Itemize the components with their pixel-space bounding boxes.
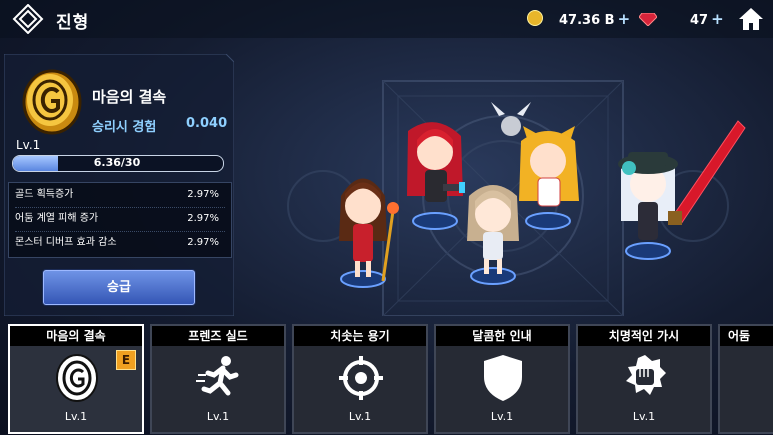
top-bar	[0, 0, 773, 38]
gem-amount: 47	[690, 13, 709, 28]
skill-card-partial[interactable]: 어둠	[718, 324, 773, 434]
stat-row: 몬스터 디버프 효과 감소 2.97%	[15, 231, 225, 255]
skill-card-level: Lv.1	[206, 410, 230, 423]
gold-coin-icon	[527, 10, 543, 26]
formation-field	[287, 80, 746, 316]
stat-value: 2.97%	[187, 189, 219, 200]
skill-name: 마음의 결속	[92, 88, 167, 106]
skill-card-level: Lv.1	[632, 410, 656, 423]
skill-card-friends-shield[interactable]: 프렌즈 실드 Lv.1	[150, 324, 286, 434]
skill-card-title: 달콤한 인내	[436, 326, 568, 346]
skill-card-title: 프렌즈 실드	[152, 326, 284, 346]
skill-level: Lv.1	[16, 138, 41, 152]
skill-card-title: 마음의 결속	[10, 326, 142, 346]
add-gem-icon[interactable]: +	[711, 10, 724, 28]
stat-row: 어둠 계열 피해 증가 2.97%	[15, 207, 225, 232]
page-title: 진형	[56, 13, 90, 33]
hero-red-hair[interactable]	[407, 122, 465, 230]
gem-counter[interactable]: 47 +	[690, 10, 724, 28]
skill-coin-icon	[22, 69, 82, 135]
home-button[interactable]	[738, 6, 764, 32]
skill-card-sweet-patience[interactable]: 달콤한 인내 Lv.1	[434, 324, 570, 434]
gold-counter[interactable]: 47.36 B +	[559, 10, 630, 28]
skill-card-title: 어둠	[720, 326, 773, 346]
coin-g-icon	[56, 354, 98, 402]
stat-value: 2.97%	[187, 213, 219, 224]
running-man-icon	[196, 356, 239, 396]
hero-light-hair[interactable]	[467, 185, 519, 285]
skill-card-level: Lv.1	[348, 410, 372, 423]
crosshair-icon	[339, 356, 383, 400]
skill-card-level: Lv.1	[490, 410, 514, 423]
skill-card-level: Lv.1	[64, 410, 88, 423]
stat-label: 몬스터 디버프 효과 감소	[15, 237, 117, 248]
skill-card-rising-courage[interactable]: 치솟는 용기 Lv.1	[292, 324, 428, 434]
equipped-badge: E	[116, 350, 136, 370]
home-icon	[739, 8, 763, 30]
exp-per-win-value: 0.040	[186, 116, 228, 131]
diamond-menu-icon	[12, 3, 44, 35]
stats-list: 골드 획득증가 2.97% 어둠 계열 피해 증가 2.97% 몬스터 디버프 …	[8, 182, 232, 258]
back-button[interactable]	[8, 3, 48, 35]
promote-button[interactable]: 승급	[43, 270, 195, 305]
skill-card-title: 치솟는 용기	[294, 326, 426, 346]
ruby-gem-icon	[638, 11, 658, 27]
stat-label: 어둠 계열 피해 증가	[15, 213, 99, 224]
skill-card-mind-bond[interactable]: 마음의 결속 E Lv.1	[8, 324, 144, 434]
add-gold-icon[interactable]: +	[618, 10, 631, 28]
hero-brown-hair[interactable]	[339, 178, 399, 288]
stat-row: 골드 획득증가 2.97%	[15, 183, 225, 208]
fist-icon	[626, 355, 666, 395]
exp-progress-text: 6.36/30	[93, 156, 141, 169]
stat-value: 2.97%	[187, 237, 219, 248]
skill-card-fatal-thorn[interactable]: 치명적인 가시 Lv.1	[576, 324, 712, 434]
gold-amount: 47.36 B	[559, 13, 615, 28]
stat-label: 골드 획득증가	[15, 189, 74, 200]
shield-icon	[484, 355, 522, 401]
skill-card-title: 치명적인 가시	[578, 326, 710, 346]
exp-per-win-label: 승리시 경험	[92, 120, 157, 135]
